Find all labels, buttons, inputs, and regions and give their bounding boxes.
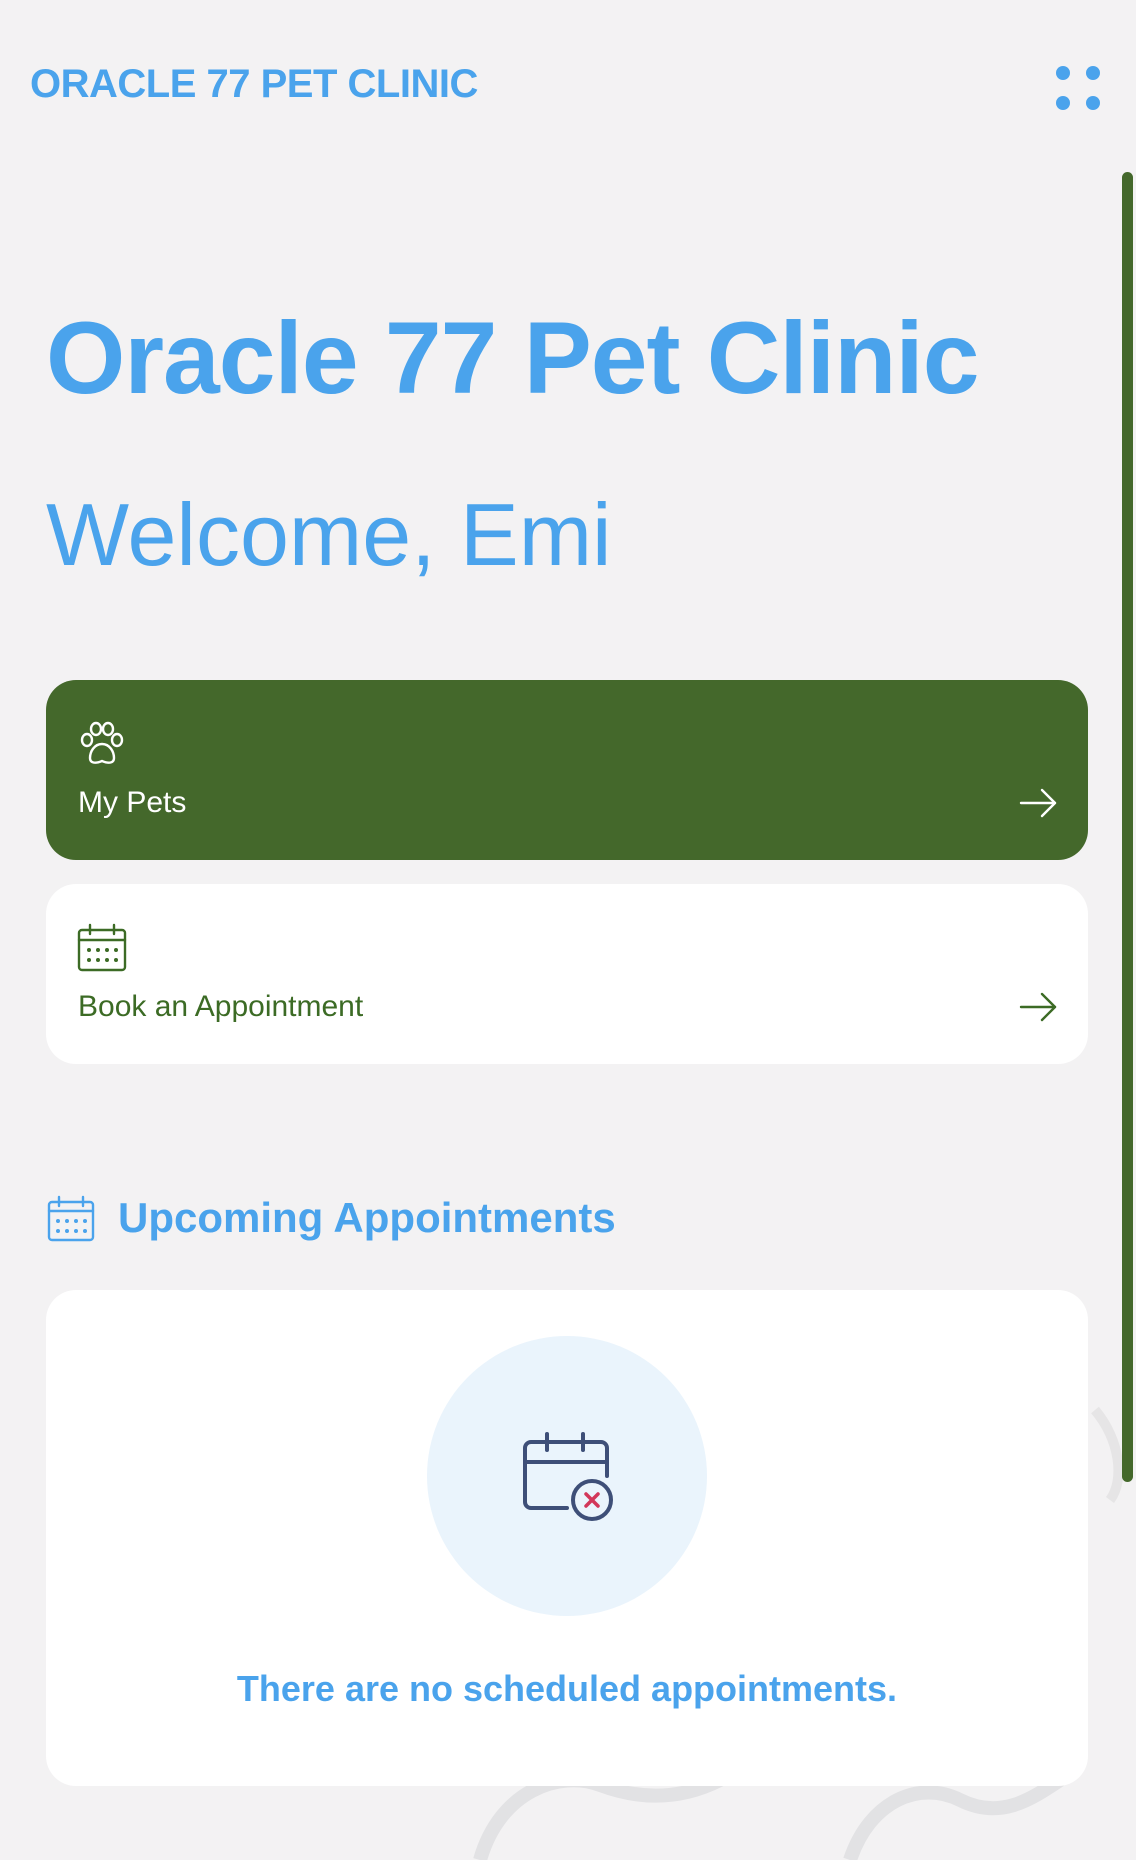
calendar-icon [47,1195,95,1242]
empty-state-illustration [427,1336,707,1616]
welcome-message: Welcome, Emi [46,485,612,584]
book-appointment-button[interactable]: Book an Appointment [46,884,1088,1064]
scrollbar-thumb[interactable] [1122,172,1133,1482]
calendar-icon [77,923,127,972]
empty-state-message: There are no scheduled appointments. [236,1668,898,1709]
scrollbar[interactable] [1118,172,1136,1482]
empty-appointments-card: There are no scheduled appointments. [46,1290,1088,1786]
my-pets-button[interactable]: My Pets [46,680,1088,860]
menu-button[interactable] [1050,60,1106,116]
dots-grid-icon [1056,66,1070,80]
arrow-right-icon [1019,992,1057,1022]
brand-title[interactable]: ORACLE 77 PET CLINIC [30,62,478,107]
page-title: Oracle 77 Pet Clinic [46,301,979,415]
top-bar: ORACLE 77 PET CLINIC [0,0,1136,170]
arrow-right-icon [1019,788,1057,818]
book-appointment-label: Book an Appointment [78,990,364,1023]
paw-icon [80,721,124,764]
section-title: Upcoming Appointments [118,1194,616,1241]
calendar-x-icon [523,1432,613,1521]
my-pets-label: My Pets [78,786,187,819]
